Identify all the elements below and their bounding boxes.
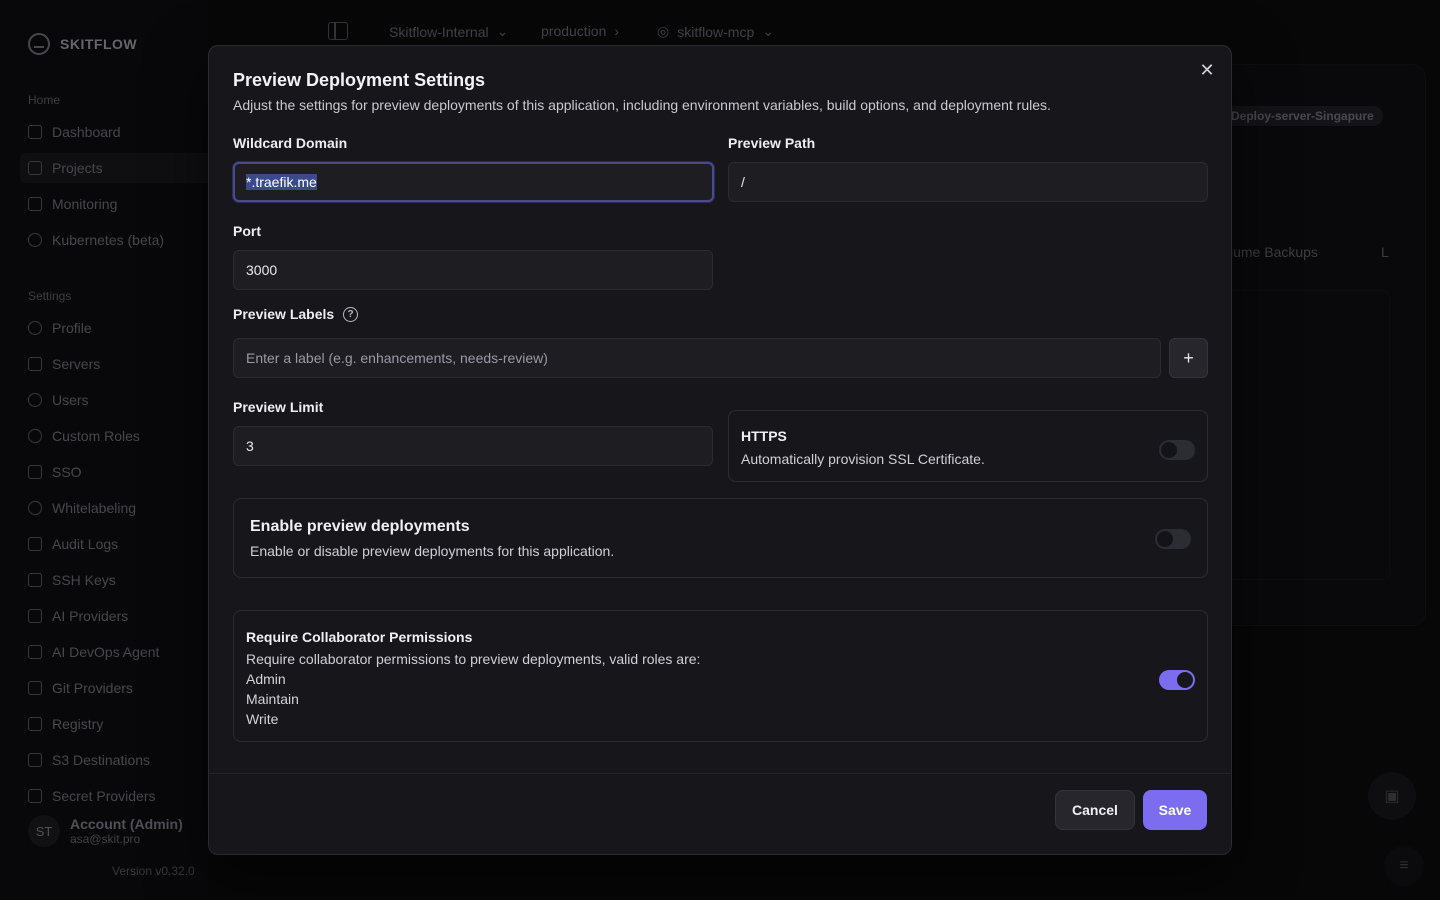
toggle-knob [1177, 672, 1193, 688]
save-button[interactable]: Save [1143, 790, 1207, 830]
preview-limit-value: 3 [246, 438, 254, 454]
toggle-knob [1157, 531, 1173, 547]
https-toggle[interactable] [1159, 440, 1195, 460]
dialog-description: Adjust the settings for preview deployme… [233, 97, 1051, 113]
preview-labels-input[interactable]: Enter a label (e.g. enhancements, needs-… [233, 338, 1161, 378]
add-label-button[interactable]: + [1169, 338, 1208, 378]
dialog-title: Preview Deployment Settings [233, 70, 486, 90]
enable-preview-toggle[interactable] [1155, 529, 1191, 549]
plus-icon: + [1183, 347, 1194, 368]
wildcard-domain-label: Wildcard Domain [233, 135, 348, 151]
role-maintain: Maintain [246, 691, 299, 707]
enable-preview-title: Enable preview deployments [250, 518, 470, 535]
https-title: HTTPS [741, 428, 787, 444]
enable-preview-description: Enable or disable preview deployments fo… [250, 543, 615, 559]
port-label: Port [233, 223, 261, 239]
help-circle-icon[interactable]: ? [343, 307, 358, 322]
preview-labels-placeholder: Enter a label (e.g. enhancements, needs-… [246, 350, 548, 366]
wildcard-domain-input[interactable]: *.traefik.me [233, 162, 714, 202]
port-value: 3000 [246, 262, 278, 278]
collaborator-toggle[interactable] [1159, 670, 1195, 690]
cancel-button[interactable]: Cancel [1055, 790, 1135, 830]
enable-preview-setting: Enable preview deployments Enable or dis… [233, 498, 1208, 578]
preview-path-value: / [741, 174, 745, 190]
role-admin: Admin [246, 671, 286, 687]
preview-limit-label: Preview Limit [233, 399, 324, 415]
https-setting: HTTPS Automatically provision SSL Certif… [728, 410, 1208, 482]
close-icon[interactable]: ✕ [1197, 60, 1217, 80]
role-write: Write [246, 711, 279, 727]
preview-path-label: Preview Path [728, 135, 816, 151]
toggle-knob [1161, 442, 1177, 458]
preview-deployment-dialog: ✕ Preview Deployment Settings Adjust the… [208, 45, 1232, 855]
collaborator-description: Require collaborator permissions to prev… [246, 651, 701, 667]
port-input[interactable]: 3000 [233, 250, 713, 290]
preview-limit-input[interactable]: 3 [233, 426, 713, 466]
collaborator-setting: Require Collaborator Permissions Require… [233, 610, 1208, 742]
preview-path-input[interactable]: / [728, 162, 1208, 202]
collaborator-title: Require Collaborator Permissions [246, 629, 473, 645]
wildcard-domain-value: *.traefik.me [246, 174, 317, 190]
footer-divider [209, 773, 1231, 774]
preview-labels-label: Preview Labels [233, 306, 335, 322]
https-description: Automatically provision SSL Certificate. [741, 451, 985, 467]
